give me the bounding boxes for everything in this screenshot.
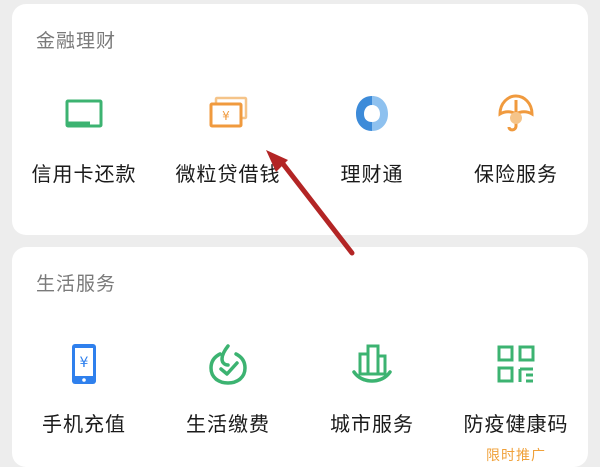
umbrella-icon [494, 92, 538, 136]
health-code-label: 防疫健康码 [463, 412, 569, 436]
weilidai-loan-label: 微粒贷借钱 [175, 162, 281, 186]
licaitong-button[interactable]: 理财通 [300, 92, 444, 202]
banknote-icon: ¥ [206, 92, 250, 136]
insurance-label: 保险服务 [474, 162, 558, 186]
city-icon [350, 342, 394, 386]
life-services-section: 生活服务 ¥ 手机充值 生活缴费 城市服务 防疫健康码 限时推广 [12, 247, 588, 467]
section-title-life: 生活服务 [36, 273, 117, 295]
wealth-icon [350, 92, 394, 136]
svg-text:¥: ¥ [222, 109, 230, 123]
health-code-button[interactable]: 防疫健康码 限时推广 [444, 342, 588, 464]
credit-card-repay-label: 信用卡还款 [31, 162, 137, 186]
phone-recharge-icon: ¥ [62, 342, 106, 386]
bill-pay-button[interactable]: 生活缴费 [156, 342, 300, 452]
phone-recharge-button[interactable]: ¥ 手机充值 [12, 342, 156, 452]
bill-pay-icon [206, 342, 250, 386]
insurance-button[interactable]: 保险服务 [444, 92, 588, 202]
phone-recharge-label: 手机充值 [42, 412, 126, 436]
svg-text:¥: ¥ [80, 355, 89, 371]
licaitong-label: 理财通 [340, 162, 404, 186]
section-title-finance: 金融理财 [36, 30, 117, 52]
credit-card-repay-button[interactable]: 信用卡还款 [12, 92, 156, 202]
promo-badge: 限时推广 [486, 448, 546, 464]
qr-code-icon [494, 342, 538, 386]
weilidai-loan-button[interactable]: ¥ 微粒贷借钱 [156, 92, 300, 202]
bill-pay-label: 生活缴费 [186, 412, 270, 436]
city-services-label: 城市服务 [330, 412, 414, 436]
finance-section: 金融理财 信用卡还款 ¥ 微粒贷借钱 理财通 保险服务 [12, 4, 588, 235]
city-services-button[interactable]: 城市服务 [300, 342, 444, 452]
credit-card-icon [62, 92, 106, 136]
